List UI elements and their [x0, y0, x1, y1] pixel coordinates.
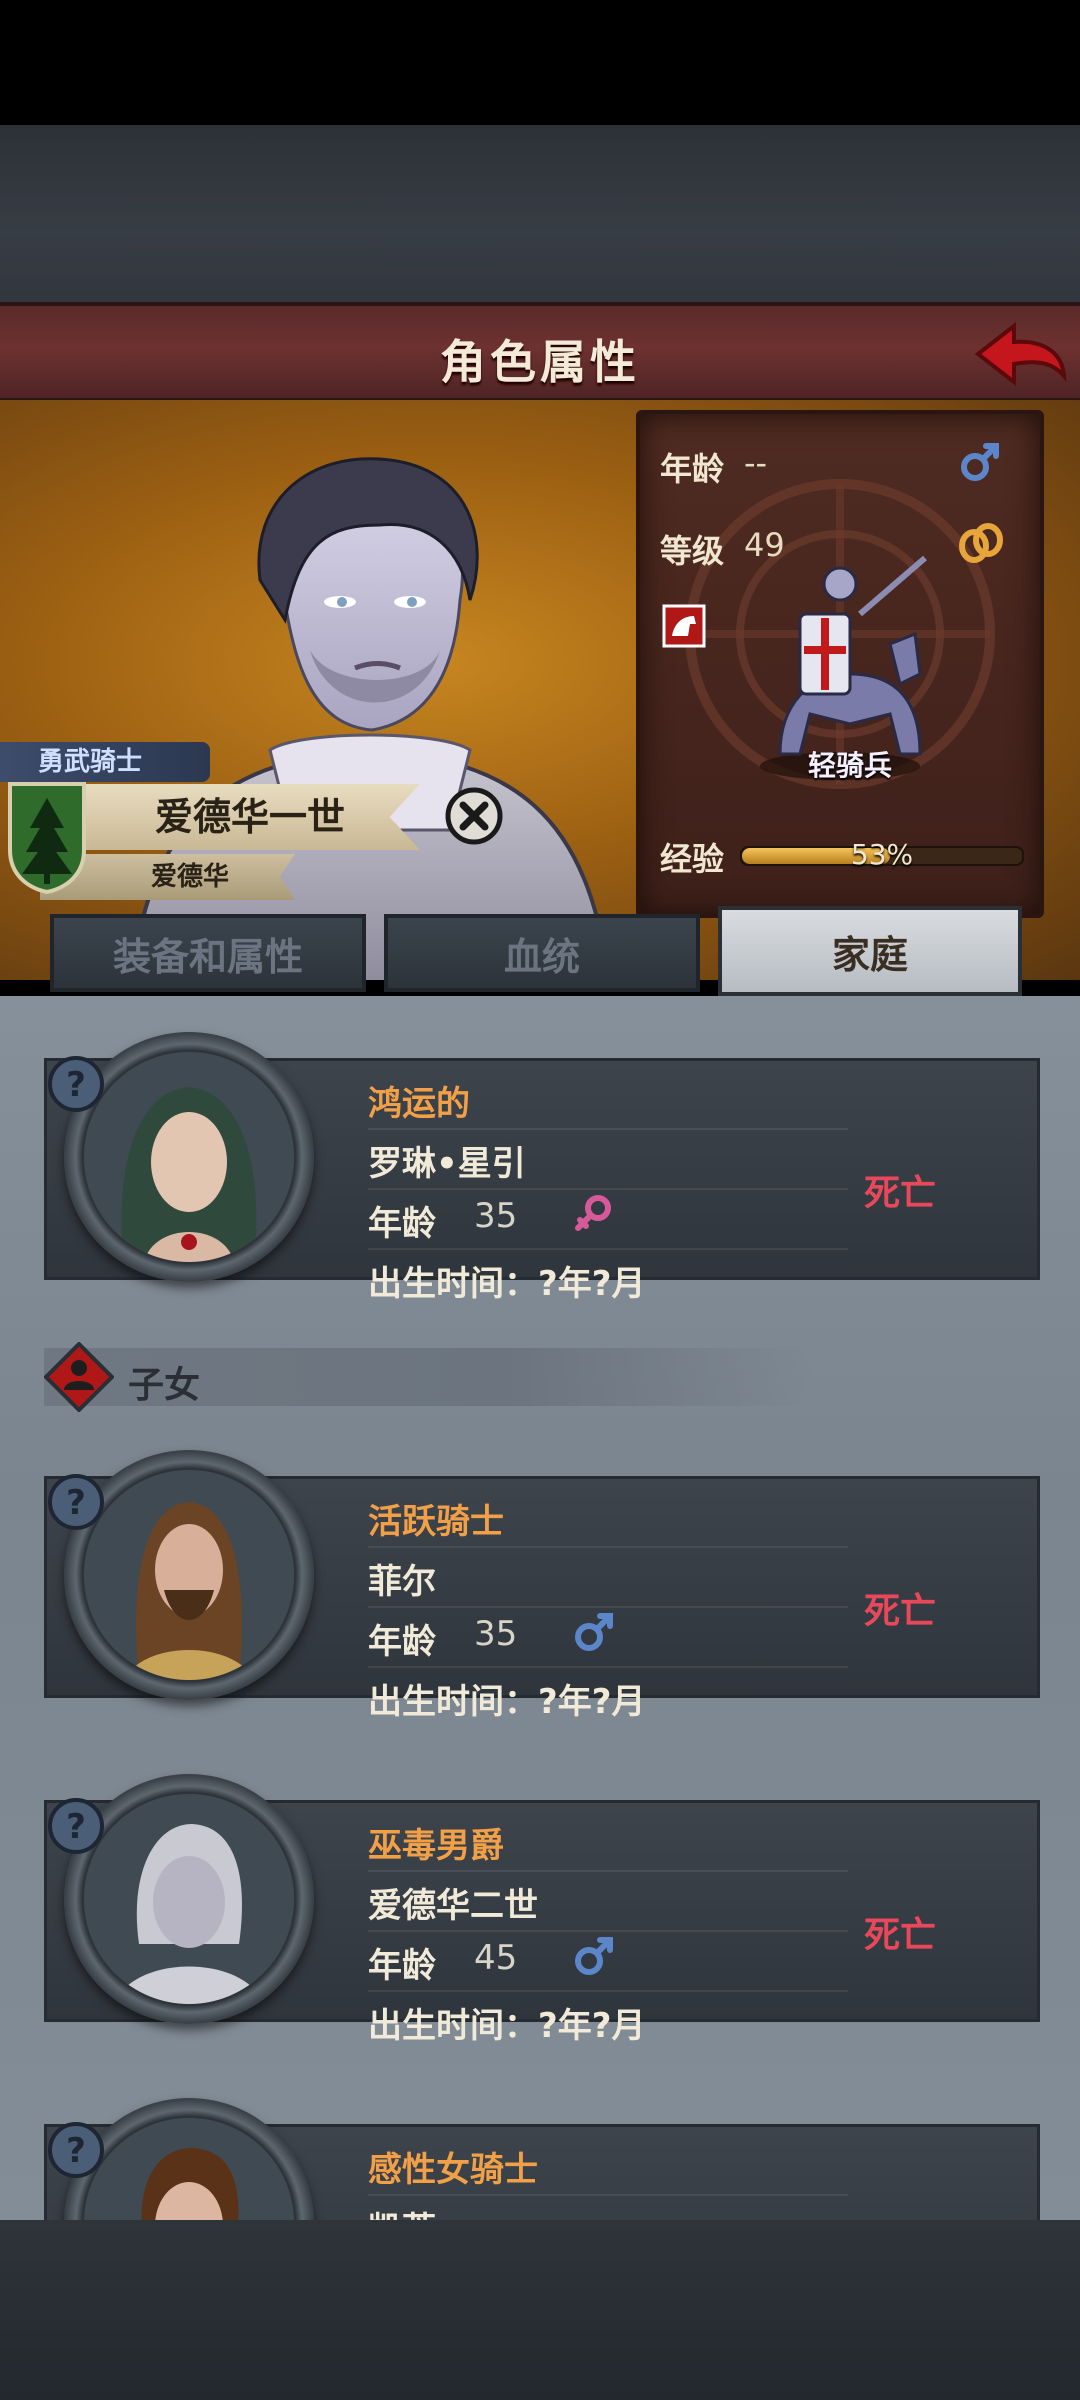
horse-unit-icon: [662, 604, 706, 648]
child-title: 巫毒男爵: [368, 1826, 504, 1866]
spouse-portrait: [84, 1052, 294, 1262]
divider: [368, 1990, 848, 1992]
family-diamond-icon: [44, 1342, 114, 1412]
hero-house: 爱德华: [150, 862, 229, 892]
birth-date: 出生时间：?年?月: [368, 2006, 646, 2046]
help-icon[interactable]: ?: [46, 1472, 106, 1532]
svg-text:?: ?: [66, 2131, 86, 2171]
stone-background: [0, 125, 1080, 305]
tree-crest-icon: [8, 782, 86, 895]
children-section-header: 子女: [44, 1342, 814, 1412]
male-icon: [961, 443, 999, 481]
divider: [368, 1930, 848, 1932]
divider: [368, 1666, 848, 1668]
age-label: 年龄: [368, 1204, 436, 1244]
divider: [368, 1188, 848, 1190]
divider: [368, 1606, 848, 1608]
child-card[interactable]: ? 活跃骑士 菲尔 年龄 35 出生时间：?年?月 死亡: [44, 1450, 1040, 1722]
xp-bar: 53%: [740, 838, 1024, 871]
level-label: 等级: [660, 532, 725, 570]
age-label: 年龄: [368, 1622, 436, 1662]
class-tag: 勇武骑士: [0, 742, 210, 782]
divider: [368, 1128, 848, 1130]
tab-lineage[interactable]: 血统: [384, 914, 700, 992]
spouse-card[interactable]: ? 鸿运的 罗琳•星引 年龄 35 出生时间：?年?月 死亡: [44, 1032, 1040, 1304]
tab-equipment[interactable]: 装备和属性: [50, 914, 366, 992]
stats-panel: 年龄 -- 等级 49 轻骑兵 经验 53%: [636, 410, 1044, 918]
status-dead: 死亡: [864, 1915, 937, 1956]
child-title: 感性女骑士: [368, 2150, 538, 2190]
child-portrait: [84, 1470, 294, 1680]
female-icon: [575, 1195, 611, 1231]
divider: [368, 1248, 848, 1250]
help-icon[interactable]: ?: [46, 1054, 106, 1114]
divider: [368, 1870, 848, 1872]
birth-date: 出生时间：?年?月: [368, 1264, 646, 1304]
age-value: 45: [474, 1938, 518, 1978]
svg-text:?: ?: [66, 1483, 86, 1523]
unit-name: 轻骑兵: [807, 749, 892, 782]
status-bar-area: [0, 0, 1080, 125]
children-label: 子女: [128, 1365, 201, 1406]
child-name: 菲尔: [368, 1562, 436, 1602]
child-name: 凯蒂: [368, 2202, 436, 2220]
xp-percent: 53%: [850, 838, 914, 871]
back-arrow-icon[interactable]: [970, 314, 1070, 394]
age-label: 年龄: [660, 450, 725, 488]
status-dead: 死亡: [864, 1173, 937, 1214]
help-icon[interactable]: ?: [46, 2120, 106, 2180]
child-portrait: [84, 2118, 294, 2220]
birth-date: 出生时间：?年?月: [368, 1682, 646, 1722]
ring-icon: [959, 523, 1003, 563]
child-name: 爱德华二世: [368, 1886, 538, 1926]
age-value: 35: [474, 1196, 518, 1236]
family-list[interactable]: ? 鸿运的 罗琳•星引 年龄 35 出生时间：?年?月 死亡 子女 ? 活跃骑士…: [0, 996, 1080, 2220]
help-icon[interactable]: ?: [46, 1796, 106, 1856]
svg-text:?: ?: [66, 1807, 86, 1847]
child-title: 活跃骑士: [368, 1502, 504, 1542]
divider: [368, 1546, 848, 1548]
child-card[interactable]: ? 巫毒男爵 爱德华二世 年龄 45 出生时间：?年?月 死亡: [44, 1774, 1040, 2046]
status-dead: 死亡: [864, 1591, 937, 1632]
name-banner: 爱德华一世: [40, 784, 420, 850]
navigation-bar-area: [0, 2220, 1080, 2400]
child-card[interactable]: ? 感性女骑士 凯蒂: [44, 2098, 1040, 2220]
xp-label: 经验: [660, 840, 725, 878]
close-icon[interactable]: [444, 786, 504, 846]
age-label: 年龄: [368, 1946, 436, 1986]
spouse-name: 罗琳•星引: [368, 1144, 526, 1184]
svg-text:?: ?: [66, 1065, 86, 1105]
spouse-title: 鸿运的: [368, 1084, 470, 1124]
child-portrait: [84, 1794, 294, 2004]
tab-bar: 装备和属性 血统 家庭: [0, 906, 1080, 996]
age-value: 35: [474, 1614, 518, 1654]
page-title: 角色属性: [440, 335, 640, 389]
hero-name: 爱德华一世: [154, 795, 345, 839]
tab-family[interactable]: 家庭: [718, 906, 1022, 996]
title-bar: 角色属性: [0, 302, 1080, 404]
age-value: --: [744, 444, 768, 482]
male-icon: [575, 1937, 613, 1975]
divider: [368, 2194, 848, 2196]
male-icon: [575, 1613, 613, 1651]
hero-panel: 勇武骑士 爱德华一世 爱德华 年龄 -- 等级 49 轻骑兵 经验 53%: [0, 400, 1080, 980]
